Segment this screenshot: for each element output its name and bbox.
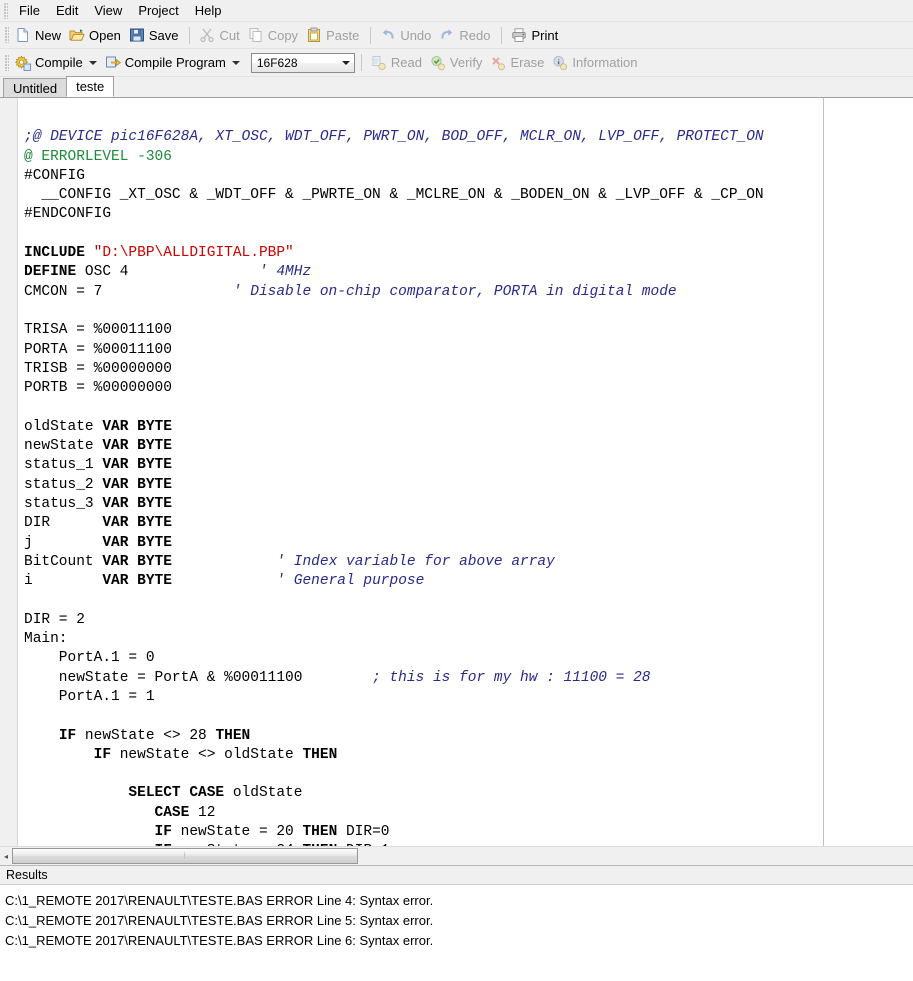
results-panel-body[interactable]: C:\1_REMOTE 2017\RENAULT\TESTE.BAS ERROR… [0, 885, 913, 964]
editor-horizontal-scrollbar[interactable]: ◂ ⦙ [0, 846, 913, 865]
verify-button-label: Verify [450, 55, 483, 70]
floppy-disk-icon [129, 27, 145, 43]
toolbar-separator-2 [370, 27, 371, 44]
undo-arrow-icon [380, 27, 396, 43]
scroll-left-arrow-icon[interactable]: ◂ [0, 848, 12, 865]
results-panel-header: Results [0, 865, 913, 885]
source-code[interactable]: ;@ DEVICE pic16F628A, XT_OSC, WDT_OFF, P… [18, 98, 913, 846]
paste-button[interactable]: Paste [303, 24, 364, 46]
new-button-label: New [35, 28, 61, 43]
verify-button[interactable]: Verify [427, 52, 488, 74]
compile-toolbar-grip[interactable] [5, 55, 9, 71]
tab-teste[interactable]: teste [66, 76, 114, 97]
result-line: C:\1_REMOTE 2017\RENAULT\TESTE.BAS ERROR… [3, 891, 913, 911]
scissors-icon [199, 27, 215, 43]
open-folder-icon [69, 27, 85, 43]
chevron-down-icon[interactable] [89, 61, 97, 65]
open-button-label: Open [89, 28, 121, 43]
compile-gear-icon [15, 55, 31, 71]
erase-button-label: Erase [510, 55, 544, 70]
device-select-value: 16F628 [257, 56, 298, 70]
scrollbar-thumb[interactable]: ⦙ [12, 848, 358, 864]
menu-bar: File Edit View Project Help [0, 0, 913, 22]
read-button-label: Read [391, 55, 422, 70]
menu-view[interactable]: View [86, 1, 130, 20]
device-select[interactable]: 16F628 [251, 53, 355, 73]
print-button-label: Print [531, 28, 558, 43]
cut-button-label: Cut [219, 28, 239, 43]
erase-icon [490, 55, 506, 71]
editor-gutter[interactable] [0, 98, 18, 846]
menu-file[interactable]: File [11, 1, 48, 20]
undo-button[interactable]: Undo [377, 24, 436, 46]
print-button[interactable]: Print [508, 24, 563, 46]
editor-code-area[interactable]: ;@ DEVICE pic16F628A, XT_OSC, WDT_OFF, P… [18, 98, 913, 846]
toolbar-separator-4 [361, 54, 362, 71]
redo-button[interactable]: Redo [436, 24, 495, 46]
printer-icon [511, 27, 527, 43]
save-button[interactable]: Save [126, 24, 184, 46]
menu-bar-grip[interactable] [4, 3, 8, 19]
information-button-label: Information [572, 55, 637, 70]
paste-button-label: Paste [326, 28, 359, 43]
save-button-label: Save [149, 28, 179, 43]
code-editor[interactable]: ;@ DEVICE pic16F628A, XT_OSC, WDT_OFF, P… [0, 98, 913, 846]
information-button[interactable]: Information [549, 52, 642, 74]
compile-toolbar: Compile Compile Program 16F628 Read [0, 49, 913, 77]
new-button[interactable]: New [12, 24, 66, 46]
read-button[interactable]: Read [368, 52, 427, 74]
chevron-down-icon-device[interactable] [342, 61, 350, 65]
redo-arrow-icon [439, 27, 455, 43]
results-title: Results [6, 868, 48, 882]
new-file-icon [15, 27, 31, 43]
cut-button[interactable]: Cut [196, 24, 244, 46]
compile-program-button[interactable]: Compile Program [102, 52, 245, 74]
scrollbar-track[interactable] [358, 848, 913, 865]
redo-button-label: Redo [459, 28, 490, 43]
chevron-down-icon-2[interactable] [232, 61, 240, 65]
toolbar-separator-1 [189, 27, 190, 44]
menu-project[interactable]: Project [130, 1, 186, 20]
copy-icon [248, 27, 264, 43]
tab-untitled[interactable]: Untitled [3, 78, 67, 97]
result-line: C:\1_REMOTE 2017\RENAULT\TESTE.BAS ERROR… [3, 931, 913, 951]
copy-button-label: Copy [268, 28, 298, 43]
compile-button[interactable]: Compile [12, 52, 102, 74]
menu-edit[interactable]: Edit [48, 1, 86, 20]
open-button[interactable]: Open [66, 24, 126, 46]
undo-button-label: Undo [400, 28, 431, 43]
verify-check-icon [430, 55, 446, 71]
erase-button[interactable]: Erase [487, 52, 549, 74]
clipboard-icon [306, 27, 322, 43]
menu-help[interactable]: Help [187, 1, 230, 20]
information-icon [552, 55, 568, 71]
compile-program-button-label: Compile Program [125, 55, 226, 70]
result-line: C:\1_REMOTE 2017\RENAULT\TESTE.BAS ERROR… [3, 911, 913, 931]
file-toolbar: New Open Save [0, 22, 913, 49]
read-chip-icon [371, 55, 387, 71]
editor-tab-strip: Untitled teste [0, 77, 913, 98]
file-toolbar-grip[interactable] [5, 27, 9, 43]
copy-button[interactable]: Copy [245, 24, 303, 46]
toolbar-separator-3 [501, 27, 502, 44]
compile-button-label: Compile [35, 55, 83, 70]
compile-program-icon [105, 55, 121, 71]
